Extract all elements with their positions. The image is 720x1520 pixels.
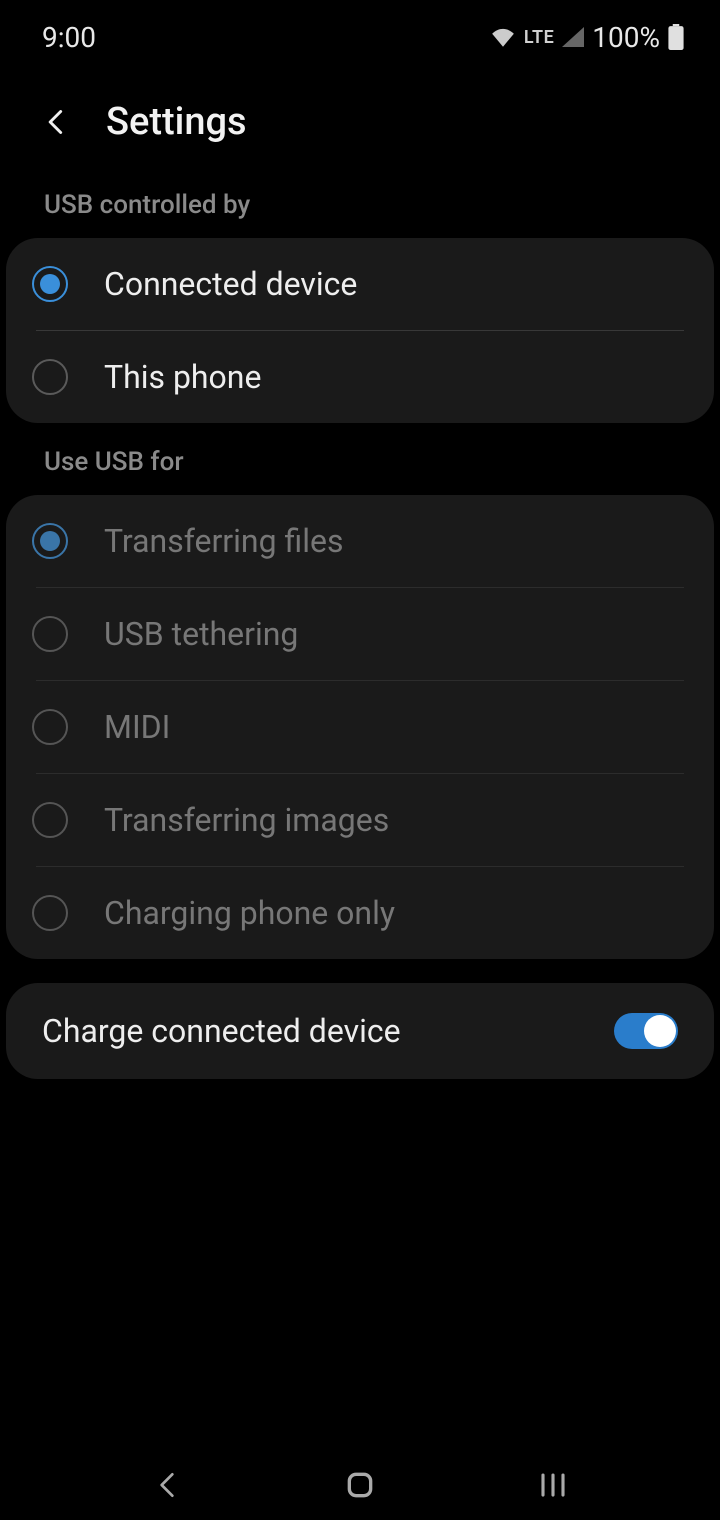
status-bar: 9:00 LTE 100%	[0, 0, 720, 70]
radio-label: Charging phone only	[104, 894, 395, 932]
radio-icon	[32, 523, 68, 559]
nav-recents-icon[interactable]	[533, 1465, 573, 1505]
radio-icon	[32, 359, 68, 395]
toggle-label: Charge connected device	[42, 1012, 401, 1050]
status-right: LTE 100%	[490, 21, 684, 54]
wifi-icon	[490, 27, 516, 47]
charge-connected-device-row[interactable]: Charge connected device	[6, 983, 714, 1079]
use-usb-for-card: Transferring files USB tethering MIDI Tr…	[6, 495, 714, 959]
section-header-use-usb-for: Use USB for	[0, 447, 720, 495]
battery-percent: 100%	[592, 21, 660, 54]
nav-bar	[0, 1450, 720, 1520]
toggle-switch[interactable]	[614, 1013, 678, 1049]
radio-label: This phone	[104, 358, 261, 396]
radio-label: MIDI	[104, 708, 170, 746]
radio-icon	[32, 616, 68, 652]
back-icon[interactable]	[42, 108, 70, 136]
radio-usb-tethering[interactable]: USB tethering	[6, 588, 714, 680]
nav-home-icon[interactable]	[340, 1465, 380, 1505]
radio-charging-only[interactable]: Charging phone only	[6, 867, 714, 959]
nav-back-icon[interactable]	[147, 1465, 187, 1505]
charge-connected-device-card: Charge connected device	[6, 983, 714, 1079]
usb-controlled-by-card: Connected device This phone	[6, 238, 714, 423]
radio-connected-device[interactable]: Connected device	[6, 238, 714, 330]
app-header: Settings	[0, 70, 720, 190]
status-time: 9:00	[42, 21, 96, 54]
radio-icon	[32, 266, 68, 302]
radio-icon	[32, 709, 68, 745]
radio-label: USB tethering	[104, 615, 298, 653]
radio-icon	[32, 802, 68, 838]
section-header-usb-controlled-by: USB controlled by	[0, 190, 720, 238]
radio-label: Transferring files	[104, 522, 344, 560]
radio-label: Connected device	[104, 265, 357, 303]
network-type: LTE	[524, 27, 554, 48]
radio-transferring-files[interactable]: Transferring files	[6, 495, 714, 587]
radio-icon	[32, 895, 68, 931]
page-title: Settings	[106, 100, 247, 144]
battery-icon	[668, 24, 684, 50]
radio-this-phone[interactable]: This phone	[6, 331, 714, 423]
toggle-knob	[644, 1015, 676, 1047]
radio-midi[interactable]: MIDI	[6, 681, 714, 773]
signal-icon	[562, 27, 584, 47]
radio-label: Transferring images	[104, 801, 389, 839]
radio-transferring-images[interactable]: Transferring images	[6, 774, 714, 866]
